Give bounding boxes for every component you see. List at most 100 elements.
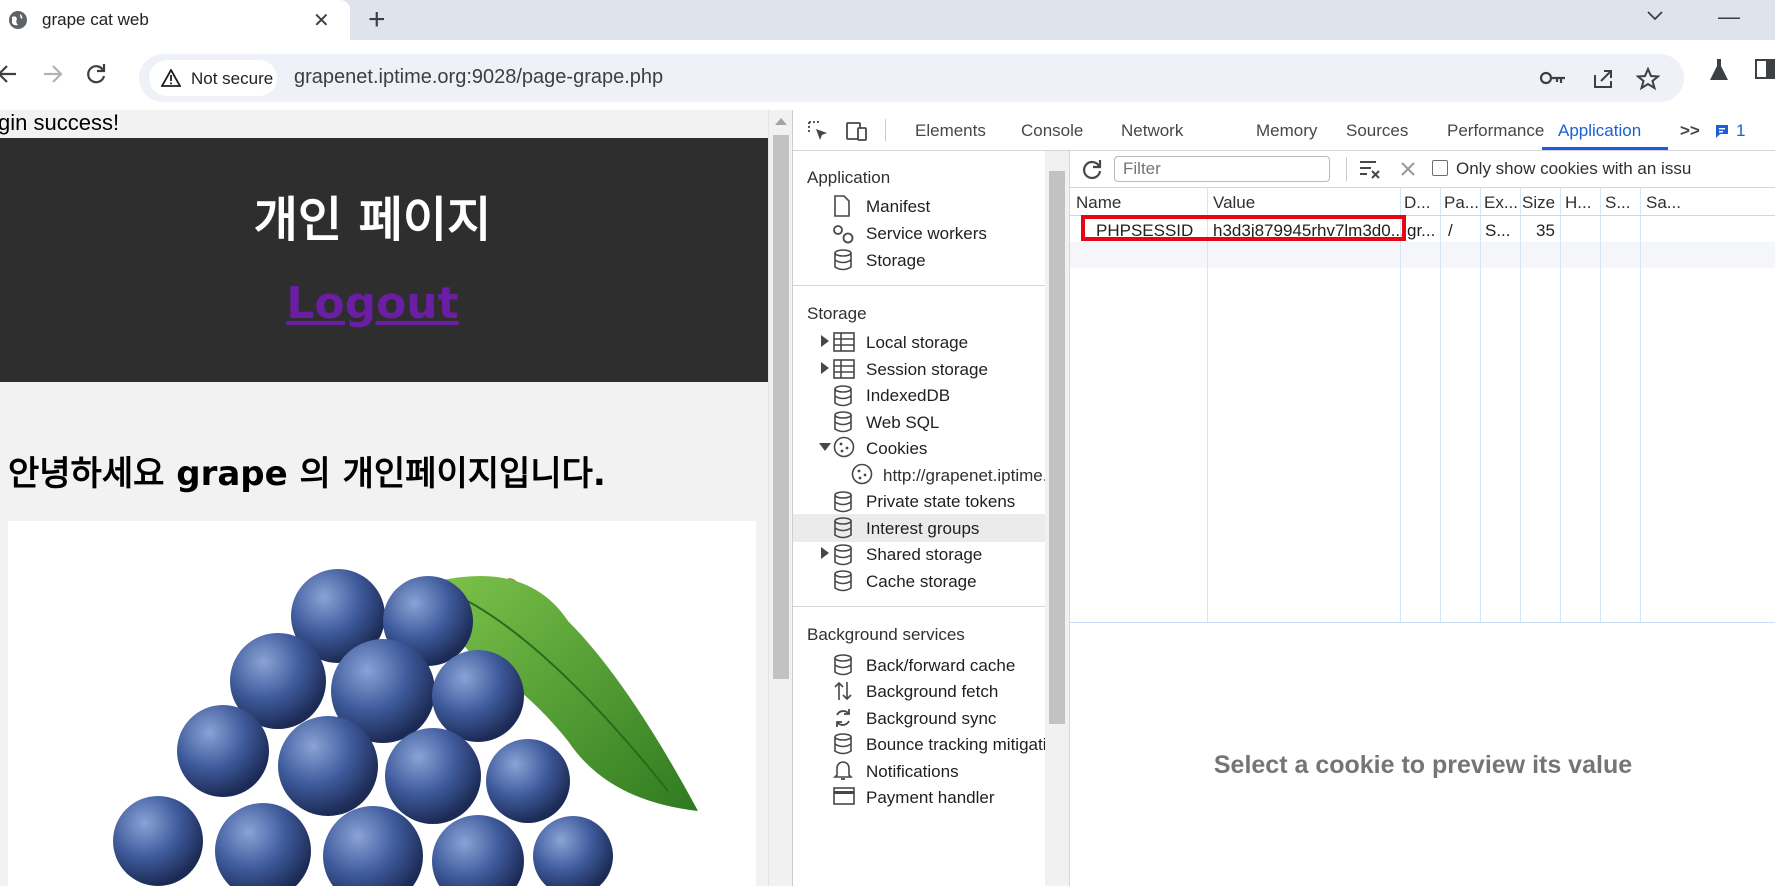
expand-arrow-icon[interactable] [821,335,829,347]
filter-input[interactable] [1114,156,1330,182]
column-header-size[interactable]: Size [1522,193,1555,213]
table-icon [833,359,855,379]
grape-illustration [113,569,698,886]
sidebar-scrollbar[interactable] [1045,151,1069,886]
cookies-pane: Only show cookies with an issu Name Valu… [1070,151,1775,886]
tab-elements[interactable]: Elements [915,121,986,141]
sidebar-item-service-workers[interactable]: Service workers [866,224,987,244]
sidebar-item-back-forward-cache[interactable]: Back/forward cache [866,656,1015,676]
scrollbar-thumb[interactable] [773,135,789,679]
scroll-up-icon[interactable] [775,118,787,125]
column-header-httponly[interactable]: H... [1565,193,1591,213]
sidebar-item-interest-groups[interactable]: Interest groups [866,519,979,539]
sidebar-item-notifications[interactable]: Notifications [866,762,959,782]
sidebar-item-manifest[interactable]: Manifest [866,197,930,217]
url-text[interactable]: grapenet.iptime.org:9028/page-grape.php [294,66,663,89]
issues-icon[interactable] [1714,123,1730,139]
scrollbar-thumb[interactable] [1049,171,1065,724]
tab-network[interactable]: Network [1121,121,1183,141]
sidebar-item-storage-overview[interactable]: Storage [866,251,926,271]
tab-application[interactable]: Application [1558,121,1641,141]
close-tab-icon[interactable]: ✕ [313,8,330,33]
inspect-element-icon[interactable] [807,120,829,142]
forward-arrow-icon[interactable] [40,60,68,88]
browser-tab[interactable]: grape cat web ✕ [0,0,350,40]
sidebar-item-private-state-tokens[interactable]: Private state tokens [866,492,1015,512]
tab-performance[interactable]: Performance [1447,121,1544,141]
column-header-samesite[interactable]: Sa... [1646,193,1681,213]
collapse-arrow-icon[interactable] [819,443,831,451]
database-icon [834,385,852,407]
tab-title: grape cat web [42,10,149,29]
sidebar-item-cookies[interactable]: Cookies [866,439,927,459]
reload-icon[interactable] [82,60,110,88]
devtools-tab-bar: Elements Console Network Memory Sources … [793,110,1775,151]
only-show-issues-label: Only show cookies with an issu [1456,159,1692,178]
back-arrow-icon[interactable] [0,60,22,88]
sidebar-section-application: Application [807,168,891,187]
warning-icon [161,69,181,87]
highlight-box [1081,215,1406,241]
clear-filtered-icon[interactable] [1358,158,1382,180]
bell-icon [833,761,853,780]
sidebar-item-web-sql[interactable]: Web SQL [866,413,939,433]
greeting-heading: 안녕하세요 grape 의 개인페이지입니다. [8,454,606,494]
new-tab-icon[interactable]: + [368,3,386,37]
card-icon [833,787,855,805]
refresh-icon[interactable] [1080,157,1104,181]
database-icon [834,491,852,513]
cookie-expires-cell[interactable]: S... [1485,221,1511,241]
logout-link[interactable]: Logout [0,278,745,329]
only-show-issues-checkbox[interactable] [1432,160,1448,176]
key-icon[interactable] [1539,67,1567,89]
sidebar-item-shared-storage[interactable]: Shared storage [866,545,982,565]
column-header-name[interactable]: Name [1076,193,1121,213]
cookie-domain-cell[interactable]: gr... [1407,221,1435,241]
issues-count[interactable]: 1 [1736,121,1745,141]
device-toolbar-icon[interactable] [845,120,869,142]
table-icon [833,332,855,352]
sidebar-item-bounce-tracking[interactable]: Bounce tracking mitigatio [866,735,1056,755]
more-tabs-icon[interactable]: >> [1680,121,1700,141]
tab-sources[interactable]: Sources [1346,121,1408,141]
page-scrollbar[interactable] [768,110,793,886]
active-tab-indicator [1542,147,1668,150]
share-icon[interactable] [1591,67,1615,91]
web-page: gin success! 개인 페이지 Logout 안녕하세요 grape 의… [0,110,768,886]
sidebar-item-local-storage[interactable]: Local storage [866,333,968,353]
side-panel-icon[interactable] [1754,58,1775,80]
sidebar-item-background-sync[interactable]: Background sync [866,709,996,729]
document-icon [834,195,850,217]
column-header-secure[interactable]: S... [1605,193,1631,213]
delete-all-icon[interactable] [1400,161,1416,177]
cookie-path-cell[interactable]: / [1448,221,1453,241]
expand-arrow-icon[interactable] [821,547,829,559]
security-chip[interactable]: Not secure [149,60,277,96]
page-title: 개인 페이지 [253,192,492,248]
table-row-empty [1070,242,1775,268]
labs-flask-icon[interactable] [1707,57,1731,83]
tab-memory[interactable]: Memory [1256,121,1317,141]
sidebar-item-background-fetch[interactable]: Background fetch [866,682,998,702]
sidebar-item-session-storage[interactable]: Session storage [866,360,988,380]
cookie-preview-placeholder: Select a cookie to preview its value [1213,751,1633,779]
column-header-domain[interactable]: D... [1404,193,1430,213]
sidebar-item-cache-storage[interactable]: Cache storage [866,572,977,592]
star-icon[interactable] [1636,67,1660,91]
column-header-expires[interactable]: Ex... [1484,193,1518,213]
column-header-path[interactable]: Pa... [1444,193,1479,213]
sidebar-item-payment-handler[interactable]: Payment handler [866,788,995,808]
sidebar-item-indexeddb[interactable]: IndexedDB [866,386,950,406]
cookie-size-cell[interactable]: 35 [1536,221,1555,241]
database-icon [834,517,852,539]
tab-console[interactable]: Console [1021,121,1083,141]
sidebar-item-cookie-origin[interactable]: http://grapenet.iptime.o [883,466,1057,486]
address-bar[interactable]: Not secure grapenet.iptime.org:9028/page… [139,54,1684,102]
up-down-arrows-icon [834,681,852,701]
sidebar-section-background-services: Background services [807,625,965,644]
tab-strip: grape cat web ✕ + — [0,0,1775,40]
minimize-icon[interactable]: — [1718,4,1740,30]
expand-arrow-icon[interactable] [821,362,829,374]
column-header-value[interactable]: Value [1213,193,1255,213]
chevron-down-icon[interactable] [1645,6,1665,26]
